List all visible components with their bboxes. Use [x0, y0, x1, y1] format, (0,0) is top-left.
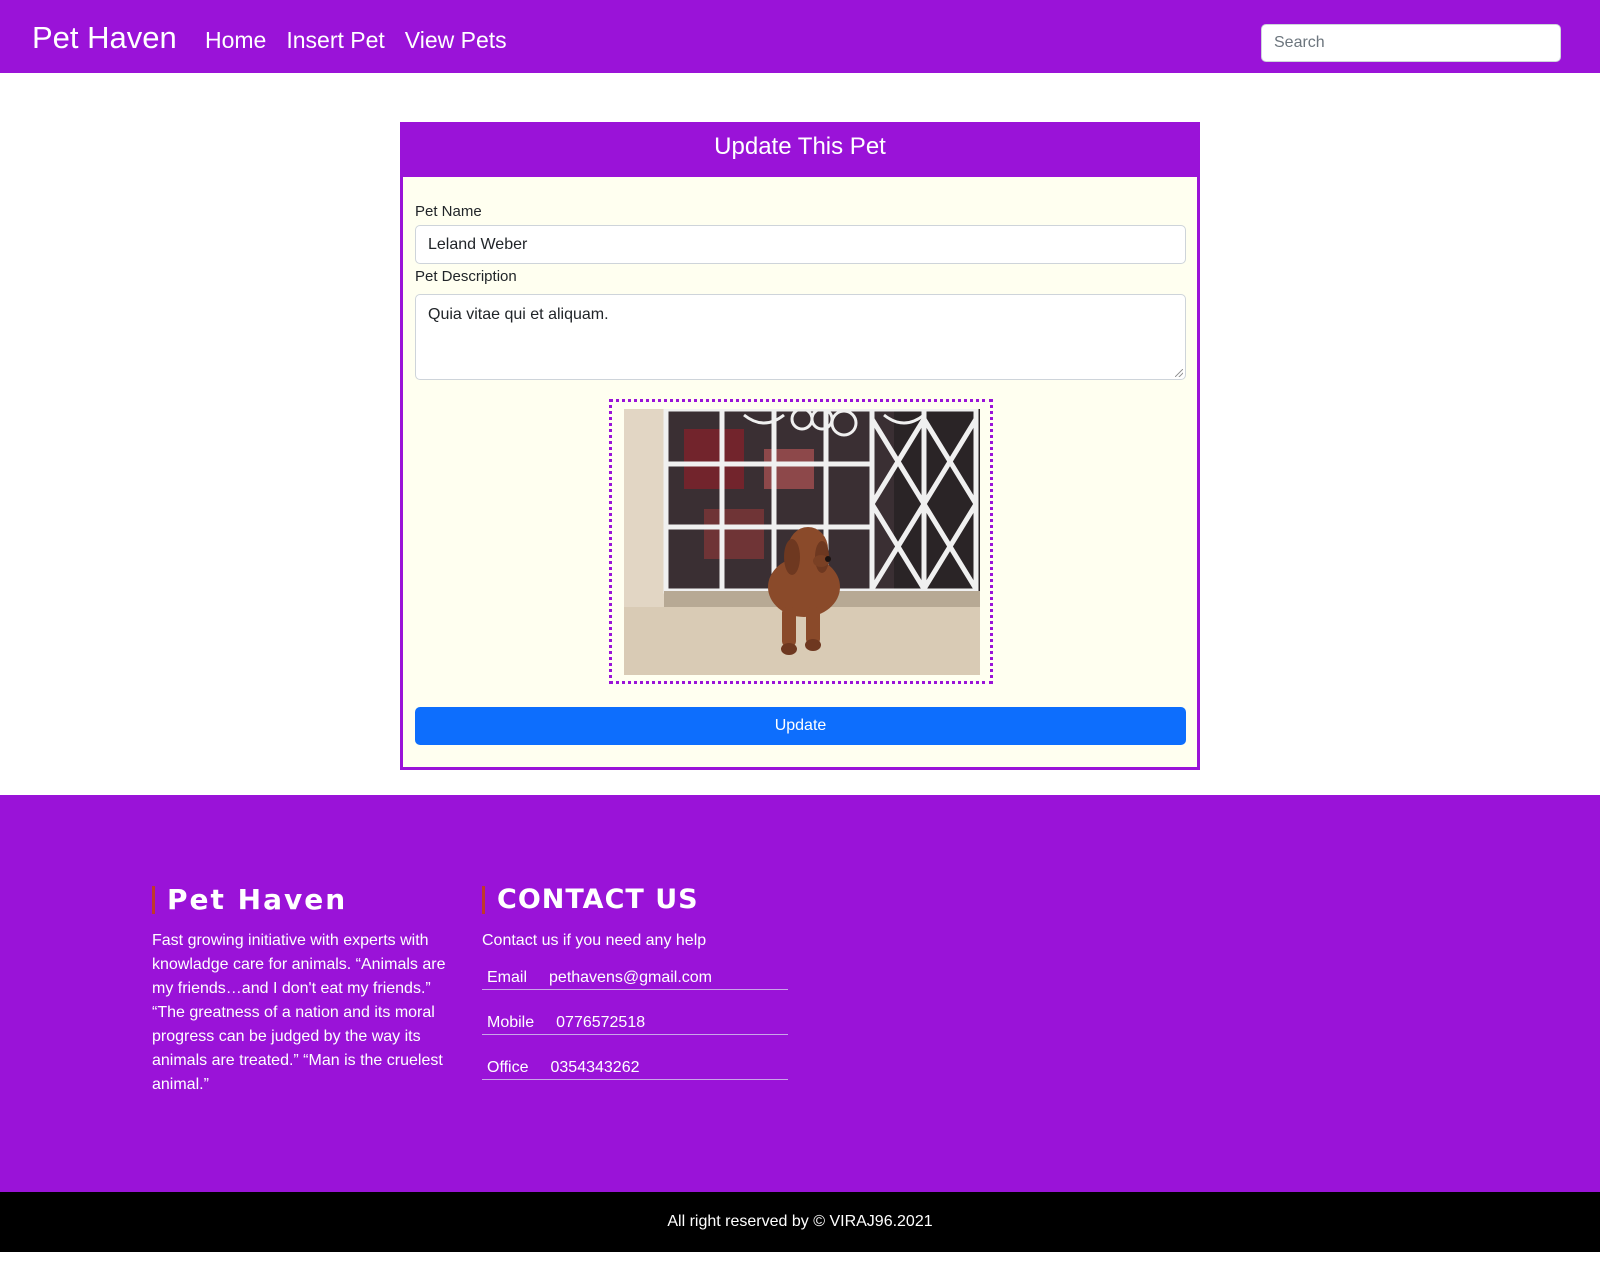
pet-description-textarea[interactable]: Quia vitae qui et aliquam.: [415, 294, 1186, 380]
contact-row-office: Office 0354343262: [482, 1057, 788, 1080]
contact-value-office: 0354343262: [550, 1059, 640, 1076]
brand-link[interactable]: Pet Haven: [32, 18, 177, 58]
card-title: Update This Pet: [403, 125, 1197, 177]
pet-image: [624, 409, 980, 675]
contact-label: Office: [487, 1059, 529, 1076]
resize-grip-icon[interactable]: [1175, 369, 1183, 377]
title-accent-bar: [152, 886, 155, 914]
footer: Pet Haven Fast growing initiative with e…: [0, 795, 1600, 1192]
pet-name-label: Pet Name: [415, 203, 482, 220]
footer-contact-section: CONTACT US Contact us if you need any he…: [482, 883, 788, 1080]
search-input[interactable]: [1261, 24, 1561, 62]
contact-row-mobile: Mobile 0776572518: [482, 1012, 788, 1035]
nav-link-home[interactable]: Home: [205, 22, 266, 58]
nav-link-insert-pet[interactable]: Insert Pet: [286, 22, 384, 58]
title-accent-bar: [482, 886, 485, 914]
footer-contact-title: CONTACT US: [482, 883, 788, 917]
footer-about-title: Pet Haven: [152, 883, 448, 917]
pet-description-label: Pet Description: [415, 268, 517, 285]
pet-image-frame: [609, 399, 993, 684]
contact-row-email: Email pethavens@gmail.com: [482, 967, 788, 990]
pet-description-text: Quia vitae qui et aliquam.: [428, 306, 609, 323]
update-form: Pet Name Leland Weber Pet Description Qu…: [403, 177, 1197, 380]
footer-contact-title-text: CONTACT US: [497, 884, 699, 915]
navbar: Pet Haven Home Insert Pet View Pets: [0, 0, 1600, 73]
update-pet-card: Update This Pet Pet Name Leland Weber Pe…: [400, 122, 1200, 770]
contact-value-mobile: 0776572518: [556, 1014, 646, 1031]
pet-name-input[interactable]: Leland Weber: [415, 225, 1186, 264]
footer-about-section: Pet Haven Fast growing initiative with e…: [152, 883, 448, 1097]
copyright-bar: All right reserved by © VIRAJ96.2021: [0, 1192, 1600, 1252]
update-button[interactable]: Update: [415, 707, 1186, 745]
nav-links: Home Insert Pet View Pets: [205, 22, 507, 58]
contact-label: Mobile: [487, 1014, 535, 1031]
contact-label: Email: [487, 969, 528, 986]
contact-value-email[interactable]: pethavens@gmail.com: [549, 967, 712, 989]
footer-about-title-text: Pet Haven: [167, 883, 348, 916]
footer-contact-text: Contact us if you need any help: [482, 932, 707, 949]
footer-about-text: Fast growing initiative with experts wit…: [152, 932, 446, 1093]
nav-link-view-pets[interactable]: View Pets: [405, 22, 507, 58]
